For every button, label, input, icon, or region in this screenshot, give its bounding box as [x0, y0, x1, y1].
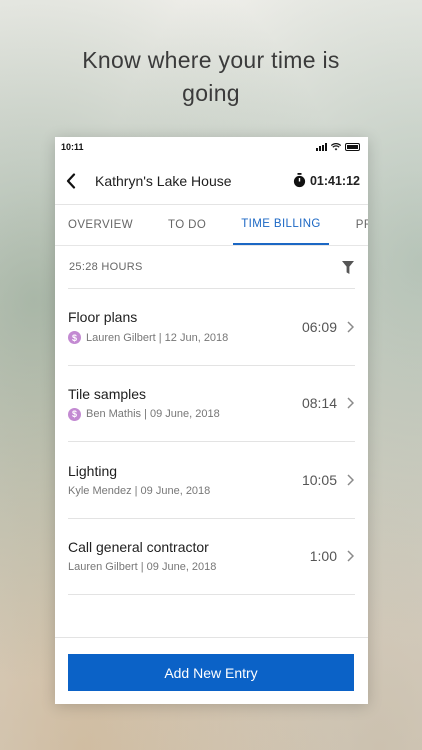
billable-icon: $	[68, 407, 81, 421]
entry-title: Floor plans	[68, 309, 138, 326]
entry-meta: Lauren Gilbert | 09 June, 2018	[68, 561, 310, 573]
entry-duration: 08:14	[301, 395, 337, 412]
entry-title: Call general contractor	[68, 539, 209, 556]
status-bar: 10:11	[55, 137, 368, 157]
list-item[interactable]: Floor plans $ Lauren Gilbert | 12 Jun, 2…	[68, 289, 355, 366]
entry-meta: Kyle Mendez | 09 June, 2018	[68, 485, 302, 497]
entry-details: Lighting Kyle Mendez | 09 June, 2018	[68, 463, 302, 497]
list-item[interactable]: Lighting Kyle Mendez | 09 June, 2018 10:…	[68, 442, 355, 519]
billable-icon: $	[68, 331, 81, 345]
entry-meta: $ Ben Mathis | 09 June, 2018	[68, 407, 302, 421]
list-item[interactable]: Call general contractor Lauren Gilbert |…	[68, 519, 355, 595]
chevron-right-icon	[345, 550, 355, 562]
footer-bar: Add New Entry	[55, 637, 368, 704]
entry-meta-text: Kyle Mendez | 09 June, 2018	[68, 484, 211, 497]
entry-details: Tile samples $ Ben Mathis | 09 June, 201…	[68, 386, 302, 421]
headline: Know where your time is going	[0, 44, 422, 110]
list-item[interactable]: Tile samples $ Ben Mathis | 09 June, 201…	[68, 366, 355, 442]
summary-bar: 25:28 HOURS	[55, 246, 368, 288]
wifi-icon	[331, 143, 341, 151]
entry-duration: 06:09	[301, 318, 337, 335]
page-title: Kathryn's Lake House	[95, 172, 232, 189]
entry-details: Call general contractor Lauren Gilbert |…	[68, 539, 310, 573]
timer-button[interactable]: 01:41:12	[293, 173, 360, 188]
entry-duration: 10:05	[301, 471, 337, 488]
tab-to-do[interactable]: TO DO	[168, 205, 206, 245]
status-time: 10:11	[61, 142, 84, 152]
chevron-left-icon	[66, 172, 76, 189]
back-button[interactable]	[61, 169, 81, 193]
entry-duration: 1:00	[309, 548, 337, 565]
entry-details: Floor plans $ Lauren Gilbert | 12 Jun, 2…	[68, 309, 302, 345]
headline-line-1: Know where your time is	[82, 47, 340, 73]
tab-time-billing[interactable]: TIME BILLING	[233, 205, 329, 245]
headline-line-2: going	[182, 80, 240, 106]
entry-meta: $ Lauren Gilbert | 12 Jun, 2018	[68, 331, 302, 345]
tab-overview[interactable]: OVERVIEW	[68, 205, 133, 245]
battery-icon	[345, 143, 360, 151]
entry-title: Tile samples	[68, 385, 147, 402]
chevron-right-icon	[345, 474, 355, 486]
chevron-right-icon	[345, 321, 355, 333]
timer-value: 01:41:12	[309, 173, 360, 188]
entry-meta-text: Lauren Gilbert | 09 June, 2018	[68, 561, 217, 574]
signal-icon	[316, 143, 327, 151]
filter-icon[interactable]	[342, 260, 354, 274]
entry-title: Lighting	[68, 462, 118, 479]
tab-bar: OVERVIEW TO DO TIME BILLING PRODU	[55, 205, 368, 246]
add-new-entry-button[interactable]: Add New Entry	[68, 654, 354, 691]
total-hours: 25:28 HOURS	[69, 261, 143, 273]
stopwatch-icon	[293, 173, 306, 188]
nav-bar: Kathryn's Lake House 01:41:12	[55, 157, 368, 205]
tab-products[interactable]: PRODU	[356, 205, 368, 245]
time-entries-list: Floor plans $ Lauren Gilbert | 12 Jun, 2…	[68, 288, 355, 595]
entry-meta-text: Ben Mathis | 09 June, 2018	[86, 408, 220, 421]
status-icons	[316, 143, 360, 151]
entry-meta-text: Lauren Gilbert | 12 Jun, 2018	[86, 331, 229, 344]
chevron-right-icon	[345, 397, 355, 409]
phone-screen: 10:11 Kathryn's Lake House 01:41:12 OVER…	[55, 137, 368, 704]
